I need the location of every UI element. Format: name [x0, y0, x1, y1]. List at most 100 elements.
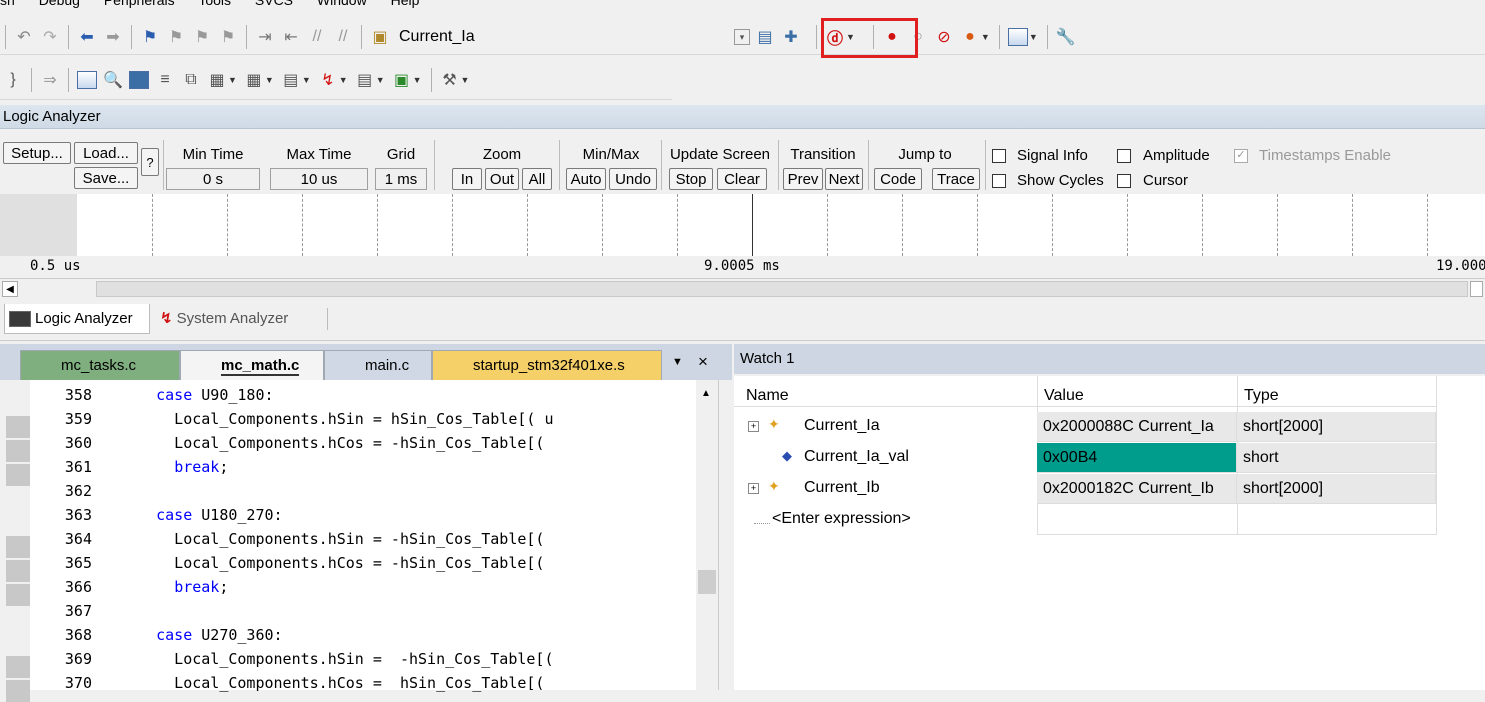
stop-button[interactable]: Stop [669, 168, 713, 190]
code-line[interactable]: Local_Components.hCos = -hSin_Cos_Table[… [120, 434, 544, 452]
wrench-icon[interactable]: 🔧 [1055, 26, 1077, 48]
editor-vertical-scrollbar[interactable]: ▲ [696, 380, 718, 690]
watch-row-value[interactable]: 0x2000182C Current_Ib [1037, 474, 1237, 504]
unindent-icon[interactable]: ⇤ [280, 26, 302, 48]
scroll-left-icon[interactable]: ◀ [2, 281, 18, 297]
chevron-down-icon[interactable]: ▼ [265, 75, 274, 85]
close-icon[interactable]: × [698, 352, 708, 372]
code-line[interactable]: case U180_270: [120, 506, 282, 524]
amplitude-checkbox[interactable] [1117, 149, 1131, 163]
menu-debug[interactable]: Debug [39, 0, 80, 8]
col-name-header[interactable]: Name [746, 387, 789, 405]
insert-icon[interactable]: ✚ [780, 26, 802, 48]
menu-help[interactable]: Help [391, 0, 420, 8]
enter-expression[interactable]: <Enter expression> [772, 510, 911, 528]
code-button[interactable]: Code [874, 168, 922, 190]
uncomment-icon[interactable]: // [332, 26, 354, 48]
chevron-down-icon[interactable]: ▼ [339, 75, 348, 85]
tab-system-analyzer[interactable]: ↯ System Analyzer [154, 304, 288, 334]
bookmark-clear-icon[interactable]: ⚑ [217, 26, 239, 48]
breakpoint-kill-icon[interactable]: ● [959, 26, 981, 48]
nav-back-icon[interactable]: ⬅ [76, 26, 98, 48]
nav-forward-icon[interactable]: ➡ [102, 26, 124, 48]
chevron-down-icon[interactable]: ▼ [413, 75, 422, 85]
run-to-cursor-icon[interactable]: ⇒ [39, 69, 61, 91]
tab-list-icon[interactable]: ▼ [672, 356, 683, 368]
code-line[interactable]: case U270_360: [120, 626, 282, 644]
show-cycles-checkbox[interactable] [992, 174, 1006, 188]
code-line[interactable]: break; [120, 458, 228, 476]
expand-icon[interactable]: + [748, 421, 759, 432]
system-viewer-icon[interactable]: ▣ [391, 69, 413, 91]
save-button[interactable]: Save... [74, 167, 138, 189]
chevron-down-icon[interactable]: ▼ [376, 75, 385, 85]
command-window-icon[interactable] [76, 69, 98, 91]
trace-button[interactable]: Trace [932, 168, 980, 190]
chevron-down-icon[interactable]: ▼ [981, 32, 990, 42]
signal-info-checkbox[interactable] [992, 149, 1006, 163]
code-line[interactable]: Local_Components.hCos = -hSin_Cos_Table[… [120, 554, 544, 572]
watch-window-icon[interactable]: ▦ [206, 69, 228, 91]
serial-window-icon[interactable]: ▤ [280, 69, 302, 91]
col-value-header[interactable]: Value [1044, 387, 1084, 405]
zoom-in-button[interactable]: In [452, 168, 482, 190]
watch-row-name[interactable]: Current_Ia_val [804, 448, 909, 466]
disassembly-window-icon[interactable]: 🔍 [102, 69, 124, 91]
logic-analyzer-plot[interactable] [0, 194, 1485, 256]
bookmark-next-icon[interactable]: ⚑ [191, 26, 213, 48]
menu-peripherals[interactable]: Peripherals [104, 0, 175, 8]
analysis-window-icon[interactable]: ↯ [317, 69, 339, 91]
scroll-up-icon[interactable]: ▲ [701, 388, 711, 399]
undo-button[interactable]: Undo [609, 168, 657, 190]
prev-button[interactable]: Prev [783, 168, 823, 190]
watch-window[interactable]: Name Value Type + ✦ Current_Ia 0x2000088… [734, 376, 1485, 690]
help-button[interactable]: ? [141, 148, 159, 176]
menu-file[interactable]: sh [0, 0, 15, 8]
chevron-down-icon[interactable]: ▼ [302, 75, 311, 85]
chevron-down-icon[interactable]: ▼ [461, 75, 470, 85]
menu-window[interactable]: Window [317, 0, 367, 8]
zoom-all-button[interactable]: All [522, 168, 552, 190]
call-stack-icon[interactable]: ⧉ [180, 69, 202, 91]
symbols-window-icon[interactable] [128, 69, 150, 91]
tab-mc-math[interactable]: mc_math.c [180, 350, 324, 380]
watch-row-value-highlighted[interactable]: 0x00B4 [1037, 443, 1237, 473]
chevron-down-icon[interactable]: ▼ [228, 75, 237, 85]
indent-icon[interactable]: ⇥ [254, 26, 276, 48]
tab-startup[interactable]: startup_stm32f401xe.s [432, 350, 662, 380]
timestamps-checkbox[interactable]: ✓ [1234, 149, 1248, 163]
auto-button[interactable]: Auto [566, 168, 606, 190]
horizontal-scrollbar[interactable]: ◀ [0, 278, 1485, 299]
tab-mc-tasks[interactable]: mc_tasks.c [20, 350, 180, 380]
target-label[interactable]: Current_Ia [399, 28, 475, 46]
cursor-checkbox[interactable] [1117, 174, 1131, 188]
trace-window-icon[interactable]: ▤ [354, 69, 376, 91]
redo-icon[interactable]: ↷ [39, 26, 61, 48]
scroll-right-icon[interactable] [1470, 281, 1483, 297]
code-line[interactable]: Local_Components.hSin = -hSin_Cos_Table[… [120, 650, 553, 668]
code-line[interactable]: Local_Components.hSin = -hSin_Cos_Table[… [120, 530, 544, 548]
comment-icon[interactable]: // [306, 26, 328, 48]
dropdown-icon[interactable]: ▾ [734, 29, 750, 45]
col-type-header[interactable]: Type [1244, 387, 1279, 405]
scroll-thumb[interactable] [96, 281, 1468, 297]
zoom-out-button[interactable]: Out [485, 168, 519, 190]
code-line[interactable]: break; [120, 578, 228, 596]
editor-scroll-thumb[interactable] [698, 570, 716, 594]
breakpoint-remove-icon[interactable]: ⊘ [933, 26, 955, 48]
watch-row-value[interactable]: 0x2000088C Current_Ia [1037, 412, 1237, 442]
step-out-icon[interactable]: } [2, 69, 24, 91]
menu-tools[interactable]: Tools [198, 0, 231, 8]
bookmark-icon[interactable]: ⚑ [139, 26, 161, 48]
setup-button[interactable]: Setup... [3, 142, 71, 164]
toolbox-icon[interactable]: ⚒ [439, 69, 461, 91]
registers-window-icon[interactable]: ≡ [154, 69, 176, 91]
bookmark-prev-icon[interactable]: ⚑ [165, 26, 187, 48]
memory-window-icon[interactable]: ▦ [243, 69, 265, 91]
tab-main[interactable]: main.c [324, 350, 432, 380]
expand-icon[interactable]: + [748, 483, 759, 494]
window-layout-icon[interactable] [1007, 26, 1029, 48]
undo-icon[interactable]: ↶ [13, 26, 35, 48]
copy-icon[interactable]: ▤ [754, 26, 776, 48]
code-editor[interactable]: 358 case U90_180: 359 Local_Components.hS… [0, 380, 719, 702]
